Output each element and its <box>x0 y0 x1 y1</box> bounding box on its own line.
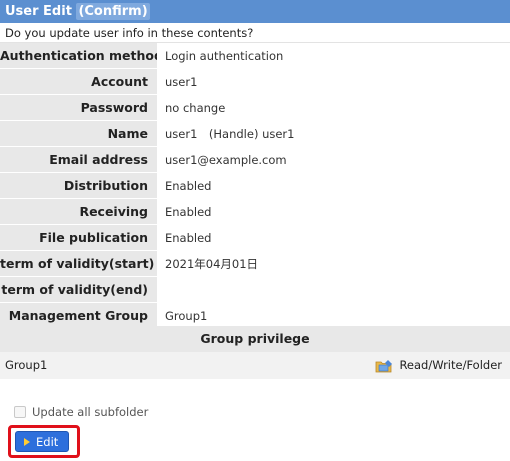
update-subfolder-checkbox[interactable] <box>14 406 26 418</box>
field-value: Enabled <box>157 224 510 251</box>
folder-permission-icon <box>376 359 393 372</box>
table-row: Account user1 <box>0 68 510 95</box>
table-row: Email address user1@example.com <box>0 146 510 173</box>
permission-label: Read/Write/Folder <box>399 358 502 372</box>
table-row: Distribution Enabled <box>0 172 510 199</box>
user-info-table: Authentication method Login authenticati… <box>0 43 510 329</box>
field-label: Authentication method <box>0 43 157 69</box>
field-value: 2021年04月01日 <box>157 250 510 277</box>
group-privilege-row: Group1 Read/Write/Folder <box>0 352 510 379</box>
update-subfolder-option[interactable]: Update all subfolder <box>14 404 148 420</box>
play-arrow-icon <box>24 437 30 446</box>
group-name: Group1 <box>5 358 48 372</box>
field-label: Email address <box>0 146 157 173</box>
field-value: Login authentication <box>157 43 510 69</box>
table-row: File publication Enabled <box>0 224 510 251</box>
field-value: Enabled <box>157 198 510 225</box>
edit-button[interactable]: Edit <box>15 431 69 452</box>
title-confirm-label: (Confirm) <box>76 3 150 20</box>
field-value: Group1 <box>157 302 510 329</box>
field-value: user1 <box>157 68 510 95</box>
field-label: Management Group <box>0 302 157 329</box>
table-row: Authentication method Login authenticati… <box>0 43 510 69</box>
table-row: term of validity(start) 2021年04月01日 <box>0 250 510 277</box>
edit-button-label: Edit <box>36 434 59 449</box>
field-label: term of validity(end) <box>0 276 157 303</box>
page-title: User Edit (Confirm) <box>0 0 510 23</box>
table-row: Name user1 (Handle) user1 <box>0 120 510 147</box>
group-privilege-header: Group privilege <box>0 326 510 352</box>
field-label: Receiving <box>0 198 157 225</box>
title-prefix: User Edit <box>5 4 77 19</box>
table-row: Receiving Enabled <box>0 198 510 225</box>
field-label: Name <box>0 120 157 147</box>
field-label: Password <box>0 94 157 121</box>
field-value: no change <box>157 94 510 121</box>
confirmation-question: Do you update user info in these content… <box>0 23 510 43</box>
table-row: Password no change <box>0 94 510 121</box>
group-permission: Read/Write/Folder <box>375 352 502 379</box>
field-label: term of validity(start) <box>0 250 157 277</box>
field-label: Distribution <box>0 172 157 199</box>
table-row: term of validity(end) <box>0 276 510 303</box>
field-label: Account <box>0 68 157 95</box>
field-value: Enabled <box>157 172 510 199</box>
field-value <box>157 276 510 303</box>
table-row: Management Group Group1 <box>0 302 510 329</box>
field-value: user1 (Handle) user1 <box>157 120 510 147</box>
update-subfolder-label: Update all subfolder <box>32 405 149 419</box>
field-label: File publication <box>0 224 157 251</box>
field-value: user1@example.com <box>157 146 510 173</box>
